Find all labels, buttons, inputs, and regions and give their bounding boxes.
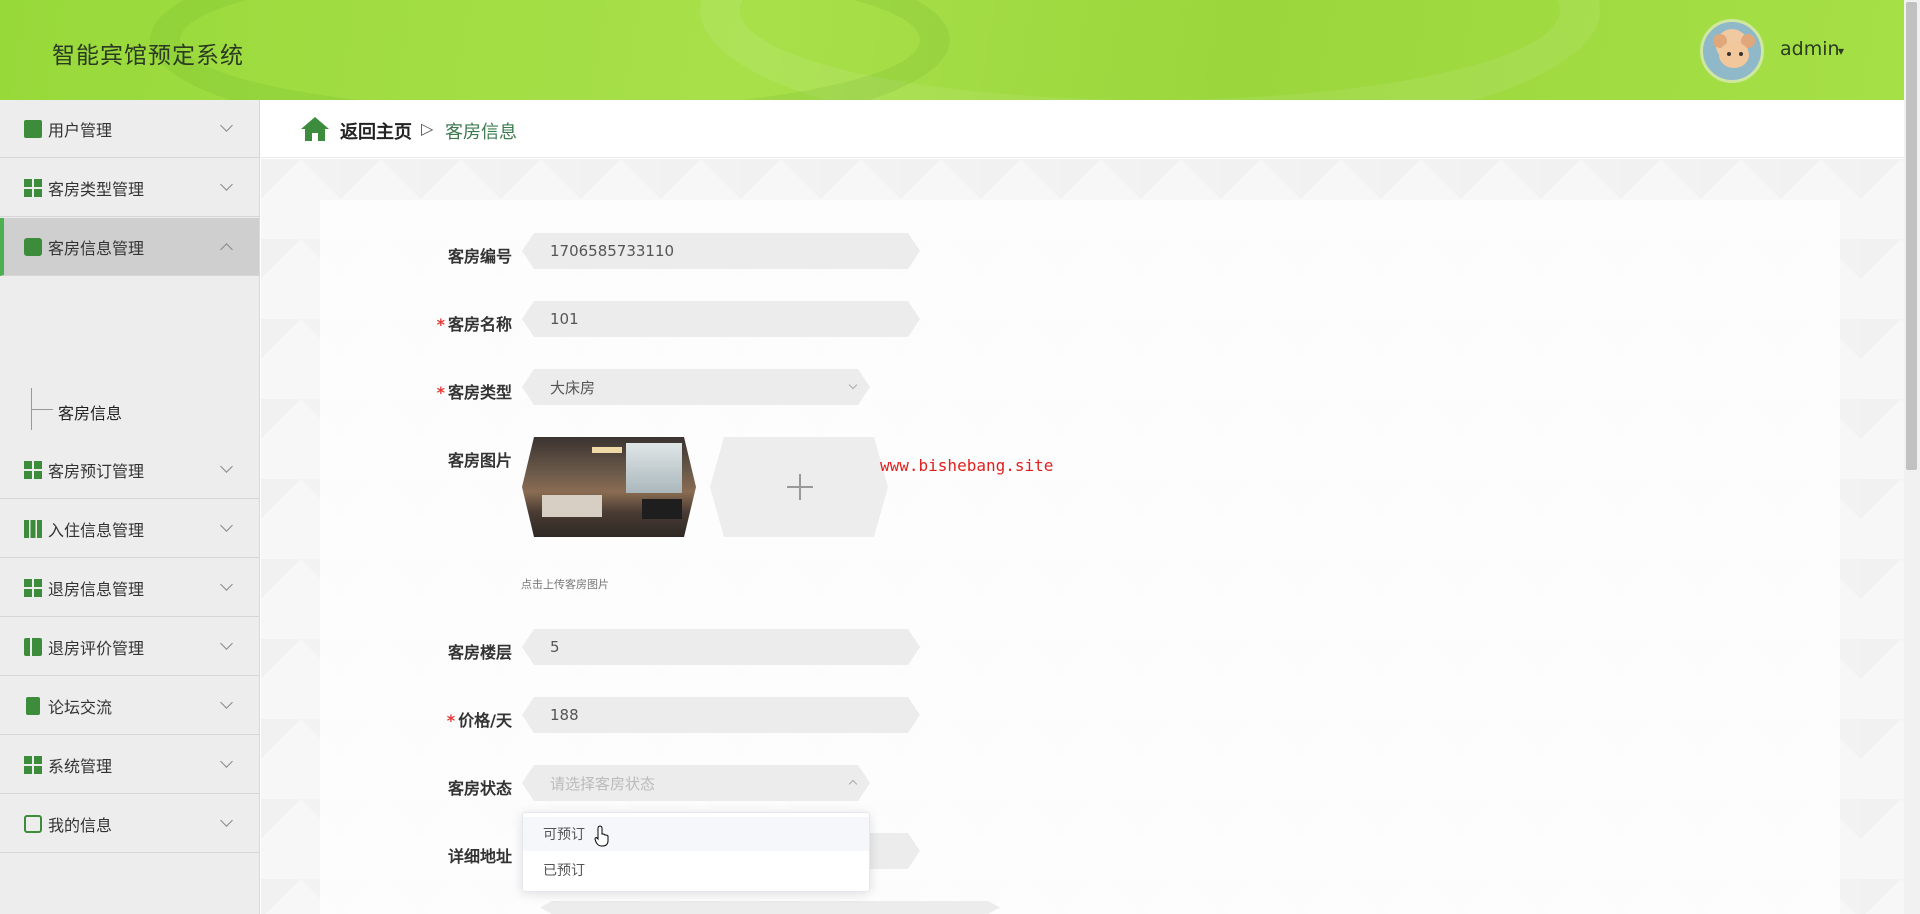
header-decoration-2 [150, 0, 950, 100]
home-icon[interactable] [301, 117, 329, 141]
sidebar: 用户管理 客房类型管理 客房信息管理 客房信息 客房预订管理 入住信息管理 退房… [0, 100, 260, 914]
status-dropdown: 可预订 已预订 [522, 812, 870, 892]
photo-window [626, 443, 682, 493]
plus-icon-vertical [799, 474, 801, 500]
app-header: 智能宾馆预定系统 admin ▾ [0, 0, 1904, 100]
address-label: 详细地址 [447, 847, 512, 866]
floor-input[interactable]: 5 [522, 629, 920, 665]
sidebar-item-checkout[interactable]: 退房信息管理 [0, 559, 259, 617]
chevron-down-icon [220, 119, 233, 132]
next-field-input[interactable] [540, 901, 1000, 914]
avatar-eye [1739, 52, 1743, 56]
sidebar-item-label: 客房预订管理 [48, 461, 145, 481]
sidebar-item-label: 退房评价管理 [48, 638, 145, 658]
grid-icon [24, 178, 42, 197]
chevron-down-icon[interactable]: ▾ [1838, 44, 1844, 58]
status-select[interactable]: 请选择客房状态 [522, 765, 870, 801]
pointer-cursor-icon [594, 825, 609, 847]
room-image-label: 客房图片 [447, 451, 512, 470]
sidebar-item-label: 用户管理 [48, 120, 113, 140]
sidebar-item-label: 入住信息管理 [48, 520, 145, 540]
chevron-down-icon [220, 755, 233, 768]
image-upload-button[interactable] [710, 437, 888, 537]
sidebar-item-label: 客房类型管理 [48, 179, 145, 199]
chevron-down-icon [220, 460, 233, 473]
room-type-label: * 客房类型 [436, 383, 512, 402]
chevron-up-icon [220, 243, 233, 256]
photo-sofa [642, 499, 682, 519]
room-name-label: * 客房名称 [436, 315, 512, 334]
app-title: 智能宾馆预定系统 [52, 43, 244, 69]
home-icon-door [312, 133, 318, 141]
room-image-thumbnail[interactable] [522, 437, 696, 537]
avatar-face [1719, 42, 1749, 68]
dropdown-option-available[interactable]: 可预订 [523, 817, 869, 851]
chevron-down-icon [220, 519, 233, 532]
breadcrumb-home-link[interactable]: 返回主页 [340, 118, 412, 144]
submenu-item-room-info[interactable]: 客房信息 [58, 400, 122, 424]
room-type-select[interactable]: 大床房 [522, 369, 870, 405]
sidebar-item-label: 客房信息管理 [48, 238, 145, 258]
chevron-down-icon [220, 814, 233, 827]
breadcrumb-current: 客房信息 [445, 122, 517, 143]
chevron-down-icon [220, 578, 233, 591]
price-label: * 价格/天 [446, 711, 512, 730]
breadcrumb: 返回主页 ▷ 客房信息 [261, 100, 1904, 158]
sidebar-item-room-info[interactable]: 客房信息管理 [0, 218, 259, 276]
chevron-down-icon [220, 637, 233, 650]
grid-icon [24, 460, 42, 479]
monitor-icon [24, 119, 42, 138]
breadcrumb-separator: ▷ [421, 119, 434, 138]
sidebar-item-label: 论坛交流 [48, 697, 113, 717]
sidebar-item-label: 系统管理 [48, 756, 113, 776]
room-number-label: 客房编号 [447, 247, 512, 266]
dropdown-option-booked[interactable]: 已预订 [523, 853, 869, 887]
photo-bed [542, 495, 602, 517]
photo-lamp [592, 447, 622, 453]
required-mark: * [436, 315, 445, 334]
sidebar-item-checkin[interactable]: 入住信息管理 [0, 500, 259, 558]
required-mark: * [436, 383, 445, 402]
sidebar-item-users[interactable]: 用户管理 [0, 100, 259, 158]
grid-icon [24, 578, 42, 597]
sidebar-item-forum[interactable]: 论坛交流 [0, 677, 259, 735]
floor-label: 客房楼层 [447, 643, 512, 662]
sidebar-item-reviews[interactable]: 退房评价管理 [0, 618, 259, 676]
submenu: 客房信息 [0, 378, 259, 440]
sidebar-item-system[interactable]: 系统管理 [0, 736, 259, 794]
grid9-icon [24, 519, 42, 538]
card-icon [24, 814, 42, 833]
user-menu[interactable]: admin [1780, 38, 1840, 60]
status-label: 客房状态 [447, 779, 512, 798]
upload-hint: 点击上传客房图片 [521, 578, 609, 591]
avatar[interactable] [1700, 19, 1764, 83]
chat-icon [24, 237, 42, 256]
clipboard-icon [26, 696, 40, 715]
room-name-input[interactable]: 101 [522, 301, 920, 337]
sidebar-item-label: 退房信息管理 [48, 579, 145, 599]
sidebar-item-bookings[interactable]: 客房预订管理 [0, 441, 259, 499]
submenu-tick [31, 409, 53, 410]
sidebar-item-room-types[interactable]: 客房类型管理 [0, 159, 259, 217]
chevron-down-icon [220, 178, 233, 191]
required-mark: * [446, 711, 456, 730]
chevron-down-icon [220, 696, 233, 709]
watermark: www.bishebang.site [880, 456, 1054, 475]
room-number-input[interactable]: 1706585733110 [522, 233, 920, 269]
scrollbar-thumb[interactable] [1906, 2, 1917, 470]
book-icon [24, 637, 42, 656]
sidebar-item-my-info[interactable]: 我的信息 [0, 795, 259, 853]
sidebar-item-label: 我的信息 [48, 815, 113, 835]
price-input[interactable]: 188 [522, 697, 920, 733]
grid-icon [24, 755, 42, 774]
avatar-eye [1727, 52, 1731, 56]
